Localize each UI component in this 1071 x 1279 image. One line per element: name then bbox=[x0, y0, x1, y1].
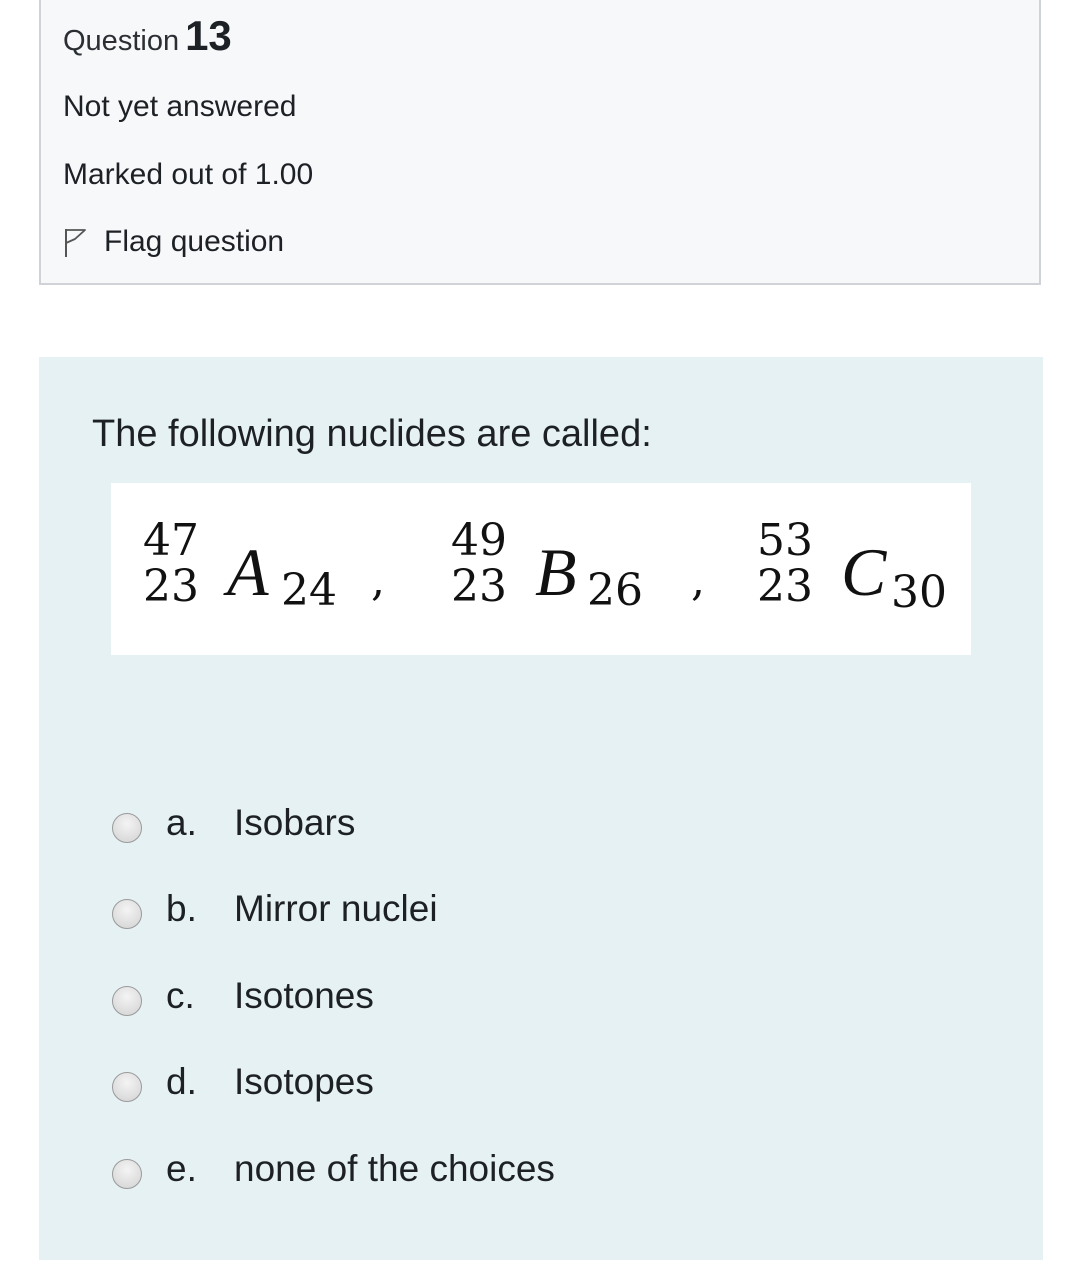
option-d[interactable]: d. Isotopes bbox=[112, 1052, 912, 1112]
option-c[interactable]: c. Isotones bbox=[112, 966, 912, 1026]
nuclide-c-atomic: 23 bbox=[757, 561, 813, 612]
option-e[interactable]: e. none of the choices bbox=[112, 1139, 912, 1199]
flag-outline-icon bbox=[63, 226, 89, 258]
option-b-letter: b. bbox=[166, 888, 197, 929]
option-a[interactable]: a. Isobars bbox=[112, 793, 912, 853]
option-a-letter: a. bbox=[166, 802, 197, 843]
question-heading: Question 13 bbox=[63, 14, 232, 63]
nuclide-c-symbol: C bbox=[841, 534, 887, 610]
question-label: Question bbox=[63, 25, 180, 57]
question-grade: Marked out of 1.00 bbox=[63, 158, 314, 191]
option-c-letter: c. bbox=[166, 975, 195, 1016]
option-e-label[interactable]: none of the choices bbox=[234, 1146, 555, 1192]
question-text: The following nuclides are called: bbox=[92, 413, 652, 455]
nuclide-b: 49 23 B 26 , bbox=[451, 515, 705, 616]
option-b-radio[interactable] bbox=[112, 899, 142, 929]
option-d-radio[interactable] bbox=[112, 1072, 142, 1102]
nuclide-b-atomic: 23 bbox=[451, 561, 507, 612]
nuclide-c: 53 23 C 30 bbox=[757, 515, 947, 618]
nuclide-formula-image: 47 23 A 24 , 49 23 B 26 , 53 23 C 30 bbox=[111, 483, 971, 655]
nuclide-formula: 47 23 A 24 , 49 23 B 26 , 53 23 C 30 bbox=[143, 515, 947, 618]
option-d-label[interactable]: Isotopes bbox=[234, 1059, 374, 1105]
option-b-label[interactable]: Mirror nuclei bbox=[234, 886, 438, 932]
question-info-panel: Question 13 Not yet answered Marked out o… bbox=[39, 0, 1041, 285]
question-state: Not yet answered bbox=[63, 90, 297, 123]
option-c-label[interactable]: Isotones bbox=[234, 973, 374, 1019]
nuclide-a-mass: 47 bbox=[143, 515, 199, 566]
question-content-panel: The following nuclides are called: 47 23… bbox=[39, 357, 1043, 1260]
nuclide-a-symbol: A bbox=[223, 534, 269, 610]
option-e-radio[interactable] bbox=[112, 1159, 142, 1189]
nuclide-a-atomic: 23 bbox=[143, 561, 199, 612]
nuclide-a: 47 23 A 24 , bbox=[143, 515, 385, 616]
flag-question-label: Flag question bbox=[104, 225, 285, 258]
nuclide-b-symbol: B bbox=[535, 534, 577, 610]
nuclide-c-mass: 53 bbox=[757, 515, 813, 566]
option-c-radio[interactable] bbox=[112, 986, 142, 1016]
option-a-label[interactable]: Isobars bbox=[234, 800, 355, 846]
flag-question-button[interactable]: Flag question bbox=[63, 222, 284, 262]
option-b[interactable]: b. Mirror nuclei bbox=[112, 879, 912, 939]
nuclide-b-neutrons: 26 bbox=[587, 565, 643, 616]
option-e-letter: e. bbox=[166, 1148, 197, 1189]
nuclide-c-neutrons: 30 bbox=[891, 567, 947, 618]
option-d-letter: d. bbox=[166, 1061, 197, 1102]
nuclide-b-mass: 49 bbox=[451, 515, 507, 566]
question-number: 13 bbox=[185, 12, 232, 59]
nuclide-a-neutrons: 24 bbox=[281, 565, 337, 616]
separator-1: , bbox=[371, 555, 385, 606]
separator-2: , bbox=[691, 555, 705, 606]
option-a-radio[interactable] bbox=[112, 813, 142, 843]
